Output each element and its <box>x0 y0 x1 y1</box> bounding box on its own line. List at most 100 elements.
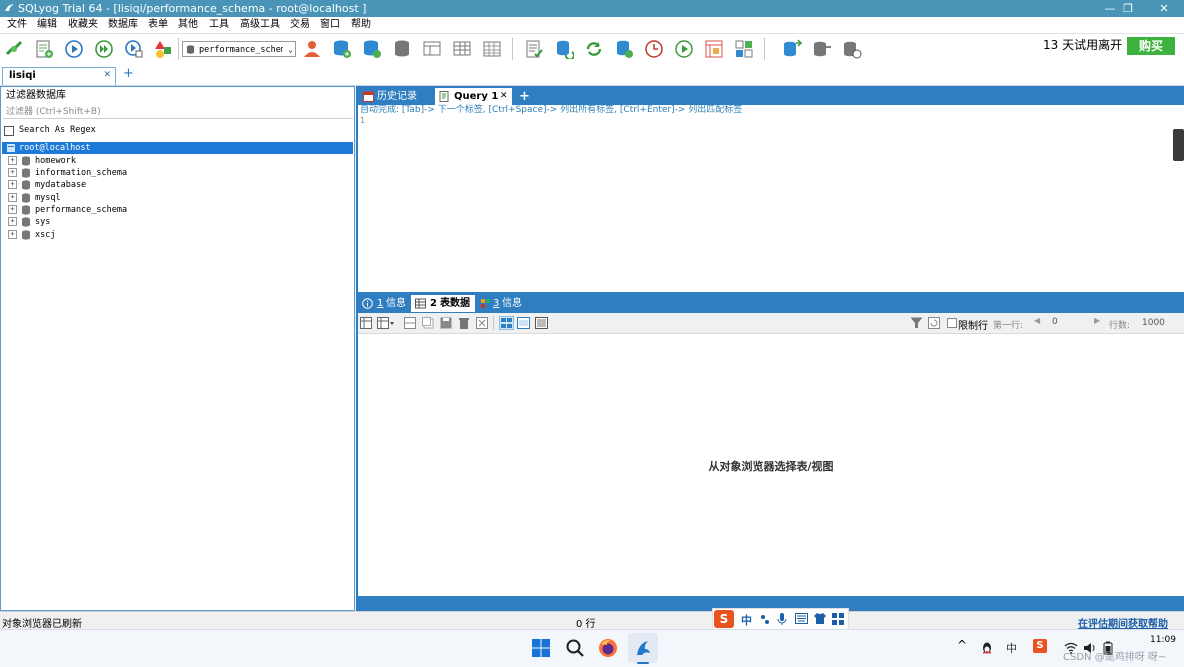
menu-file[interactable]: 文件 <box>7 18 27 32</box>
toolbox-grid-icon[interactable] <box>832 613 844 625</box>
close-icon[interactable]: ✕ <box>500 88 508 105</box>
copy-db-icon[interactable] <box>812 39 832 59</box>
tab-info[interactable]: 3 信息 <box>480 295 526 312</box>
chevron-left-icon[interactable]: ◀ <box>1034 316 1040 325</box>
database-selector[interactable]: performance_schema ⌄ <box>182 41 296 57</box>
expand-icon[interactable]: + <box>8 205 17 214</box>
close-icon[interactable]: ✕ <box>103 70 111 80</box>
tree-item-mydatabase[interactable]: + mydatabase <box>8 179 86 191</box>
tree-item-homework[interactable]: + homework <box>8 155 76 167</box>
export-db-icon[interactable] <box>782 39 802 59</box>
expand-icon[interactable]: + <box>8 180 17 189</box>
import-icon[interactable] <box>704 39 724 59</box>
tab-messages[interactable]: 1 信息 <box>361 295 407 312</box>
new-query-icon[interactable] <box>34 39 54 59</box>
tray-ime-language[interactable]: 中 <box>1006 640 1017 656</box>
refresh-icon[interactable] <box>584 39 604 59</box>
cancel-changes-icon[interactable] <box>476 317 488 329</box>
menu-other[interactable]: 其他 <box>178 18 198 32</box>
get-help-link[interactable]: 在评估期间获取帮助 <box>1078 615 1168 630</box>
menu-table[interactable]: 表单 <box>148 18 168 32</box>
data-sync-icon[interactable] <box>554 39 574 59</box>
menu-help[interactable]: 帮助 <box>351 18 371 32</box>
taskbar-clock[interactable]: 11:09 <box>1150 635 1176 645</box>
keyboard-icon[interactable] <box>795 613 808 624</box>
create-table-icon[interactable] <box>362 39 382 59</box>
rows-value[interactable]: 1000 <box>1142 318 1165 328</box>
schema-sync-icon[interactable] <box>524 39 544 59</box>
menu-edit[interactable]: 编辑 <box>37 18 57 32</box>
panel-splitter-grip[interactable] <box>1173 129 1184 161</box>
tree-item-information-schema[interactable]: + information_schema <box>8 167 127 179</box>
user-manager-icon[interactable] <box>302 39 322 59</box>
delete-icon[interactable] <box>458 317 470 329</box>
limit-rows-checkbox[interactable] <box>947 318 957 328</box>
schema-designer-icon[interactable] <box>422 39 442 59</box>
tree-item-sys[interactable]: + sys <box>8 216 50 228</box>
tab-table-data[interactable]: 2 表数据 <box>411 295 475 312</box>
menu-transaction[interactable]: 交易 <box>290 18 310 32</box>
expand-icon[interactable]: + <box>8 193 17 202</box>
menu-tools[interactable]: 工具 <box>209 18 229 32</box>
tray-sogou-icon[interactable]: S <box>1033 639 1047 653</box>
new-connection-icon[interactable] <box>4 39 24 59</box>
firefox-icon[interactable] <box>597 637 619 659</box>
table-data-icon[interactable] <box>482 39 502 59</box>
execute-edit-icon[interactable] <box>124 39 144 59</box>
execute-script-icon[interactable] <box>674 39 694 59</box>
expand-icon[interactable]: + <box>8 168 17 177</box>
scheduler-clock-icon[interactable] <box>644 39 664 59</box>
shapes-icon[interactable] <box>154 39 174 59</box>
restore-button[interactable]: ❐ <box>1110 0 1146 17</box>
add-query-tab-button[interactable]: + <box>519 88 530 105</box>
grid-view-icon[interactable] <box>499 316 514 330</box>
sql-editor[interactable] <box>358 105 1184 292</box>
chevron-up-icon[interactable]: ^ <box>957 638 967 652</box>
close-button[interactable]: ✕ <box>1146 0 1182 17</box>
connection-tab[interactable]: lisiqi ✕ <box>2 67 116 85</box>
tab-history[interactable]: 历史记录 <box>361 88 433 105</box>
chevron-right-icon[interactable]: ▶ <box>1094 316 1100 325</box>
sogou-logo-icon[interactable]: S <box>714 610 734 628</box>
query-builder-icon[interactable] <box>452 39 472 59</box>
menu-window[interactable]: 窗口 <box>320 18 340 32</box>
punctuation-icon[interactable] <box>759 613 771 625</box>
first-row-stepper[interactable]: ◀ 0 ▶ <box>1034 316 1104 330</box>
execute-all-icon[interactable] <box>94 39 114 59</box>
ime-language-toggle[interactable]: 中 <box>741 612 752 628</box>
filter-input[interactable]: 过滤器 (Ctrl+Shift+B) <box>3 103 353 119</box>
menu-database[interactable]: 数据库 <box>108 18 138 32</box>
text-view-icon[interactable] <box>535 317 548 329</box>
menu-favorites[interactable]: 收藏夹 <box>68 18 98 32</box>
create-database-icon[interactable] <box>332 39 352 59</box>
insert-row-icon[interactable] <box>404 317 416 329</box>
windows-start-icon[interactable] <box>530 637 552 659</box>
search-icon[interactable] <box>564 637 586 659</box>
expand-icon[interactable]: + <box>8 156 17 165</box>
execute-query-icon[interactable] <box>64 39 84 59</box>
duplicate-row-icon[interactable] <box>422 317 434 329</box>
tab-query-1[interactable]: Query 1 ✕ <box>435 88 512 105</box>
microphone-icon[interactable] <box>777 612 787 626</box>
grid-options-icon[interactable] <box>360 317 372 329</box>
expand-icon[interactable]: + <box>8 230 17 239</box>
column-dropdown-icon[interactable] <box>377 317 395 329</box>
qq-penguin-icon[interactable] <box>980 641 994 655</box>
tree-item-mysql[interactable]: + mysql <box>8 192 61 204</box>
backup-database-icon[interactable] <box>614 39 634 59</box>
tree-item-xscj[interactable]: + xscj <box>8 229 55 241</box>
layout-icon[interactable] <box>734 39 754 59</box>
form-view-icon[interactable] <box>517 317 530 329</box>
save-icon[interactable] <box>440 317 452 329</box>
migrate-db-icon[interactable] <box>842 39 862 59</box>
regex-checkbox[interactable] <box>4 126 14 136</box>
filter-icon[interactable] <box>910 317 923 329</box>
refresh-data-icon[interactable] <box>928 317 940 329</box>
skin-shirt-icon[interactable] <box>813 612 827 625</box>
buy-button[interactable]: 购买 <box>1127 37 1175 55</box>
add-connection-button[interactable]: + <box>123 67 134 81</box>
tree-item-performance-schema[interactable]: + performance_schema <box>8 204 127 216</box>
database-gray-icon[interactable] <box>392 39 412 59</box>
menu-advanced-tools[interactable]: 高级工具 <box>240 18 280 32</box>
expand-icon[interactable]: + <box>8 217 17 226</box>
